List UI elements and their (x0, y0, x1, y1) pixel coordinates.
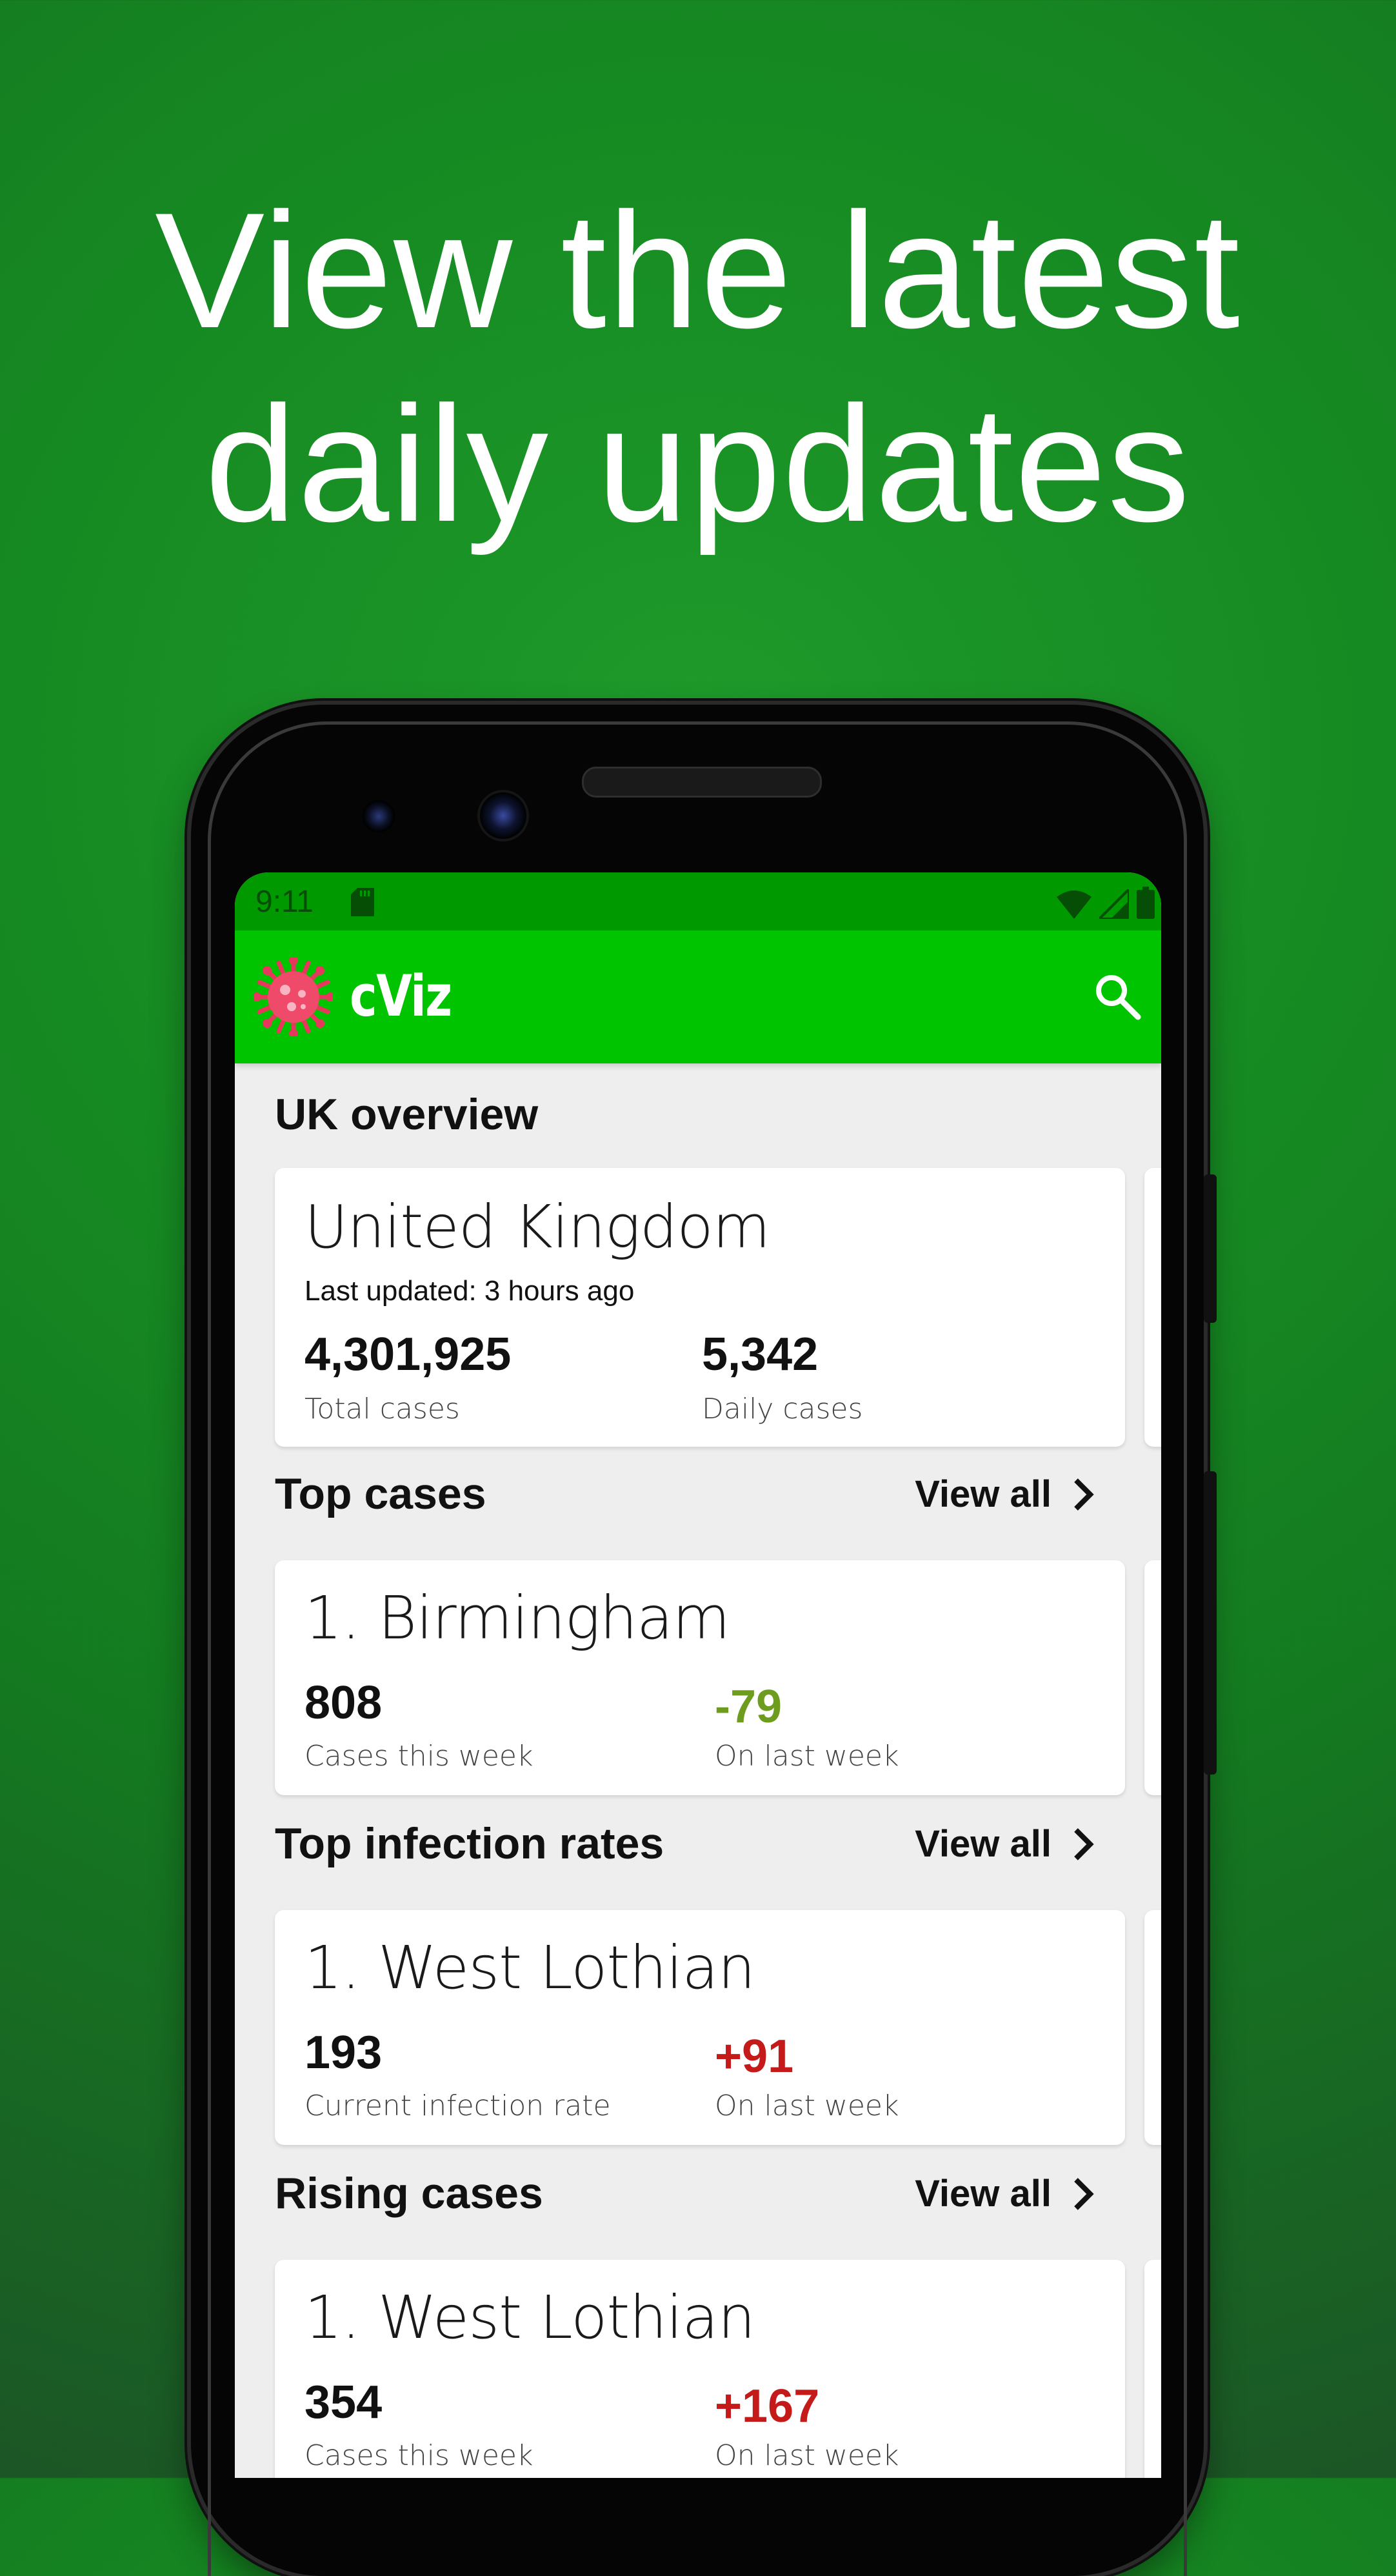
uk-overview-card[interactable]: United Kingdom Last updated: 3 hours ago… (275, 1168, 1125, 1447)
infection-rate-value: 193 (304, 2027, 383, 2078)
daily-cases-value: 5,342 (702, 1329, 819, 1380)
rising-cases-view-all-button[interactable]: View all (915, 2172, 1097, 2215)
country-name: United Kingdom (304, 1192, 770, 1262)
next-card-peek[interactable] (1144, 1168, 1161, 1447)
status-bar: 9:11 (235, 872, 1161, 931)
signal-icon (1099, 889, 1129, 919)
chevron-right-icon (1074, 1478, 1094, 1511)
top-cases-view-all-button[interactable]: View all (915, 1473, 1097, 1516)
front-camera (480, 792, 526, 839)
total-cases-label: Total cases (304, 1393, 460, 1425)
rising-cases-heading: Rising cases (275, 2169, 543, 2218)
rank: 1. (304, 2283, 361, 2352)
uk-overview-heading: UK overview (275, 1090, 539, 1139)
promo-headline: View the latest daily updates (0, 174, 1396, 561)
volume-button (1204, 1471, 1217, 1775)
headline-line-2: daily updates (204, 372, 1192, 556)
place-name: West Lothian (378, 2283, 755, 2352)
week-change-label: On last week (715, 2089, 899, 2122)
headline-line-1: View the latest (155, 179, 1241, 363)
chevron-right-icon (1074, 1827, 1094, 1860)
cases-this-week-value: 354 (304, 2377, 383, 2428)
top-infection-rates-card[interactable]: 1. West Lothian 193 Current infection ra… (275, 1910, 1125, 2145)
earpiece-speaker (582, 767, 822, 798)
week-change-label: On last week (715, 1740, 899, 1773)
week-change-label: On last week (715, 2439, 899, 2472)
week-change-value: +91 (715, 2031, 794, 2082)
next-card-peek[interactable] (1144, 2260, 1161, 2478)
status-time: 9:11 (255, 885, 314, 919)
search-icon[interactable] (1090, 969, 1144, 1023)
week-change-value: +167 (715, 2380, 820, 2432)
rank: 1. (304, 1933, 361, 2002)
view-all-label: View all (915, 2173, 1052, 2215)
last-updated: Last updated: 3 hours ago (304, 1275, 635, 1307)
total-cases-value: 4,301,925 (304, 1329, 512, 1380)
next-card-peek[interactable] (1144, 1560, 1161, 1795)
top-infection-rates-view-all-button[interactable]: View all (915, 1822, 1097, 1866)
view-all-label: View all (915, 1473, 1052, 1515)
rising-cases-card[interactable]: 1. West Lothian 354 Cases this week +167… (275, 2260, 1125, 2478)
status-icons (1057, 887, 1155, 919)
app-screen: 9:11 cViz UK overview United Kingdom Las… (235, 872, 1161, 2478)
chevron-right-icon (1074, 2177, 1094, 2210)
top-cases-place: 1. Birmingham (304, 1584, 730, 1653)
view-all-label: View all (915, 1823, 1052, 1865)
sd-card-icon (351, 888, 374, 916)
power-button (1204, 1174, 1217, 1323)
week-change-value: -79 (715, 1681, 783, 1733)
app-bar: cViz (235, 931, 1161, 1063)
top-cases-card[interactable]: 1. Birmingham 808 Cases this week -79 On… (275, 1560, 1125, 1795)
infection-rate-place: 1. West Lothian (304, 1933, 755, 2002)
place-name: West Lothian (378, 1933, 755, 2002)
cases-this-week-label: Cases this week (304, 2439, 533, 2472)
top-cases-heading: Top cases (275, 1469, 486, 1518)
daily-cases-label: Daily cases (702, 1393, 863, 1425)
next-card-peek[interactable] (1144, 1910, 1161, 2145)
place-name: Birmingham (378, 1584, 730, 1653)
battery-icon (1137, 887, 1155, 919)
cases-this-week-value: 808 (304, 1677, 383, 1729)
infection-rate-label: Current infection rate (304, 2089, 611, 2122)
rising-cases-place: 1. West Lothian (304, 2283, 755, 2352)
cases-this-week-label: Cases this week (304, 1740, 533, 1773)
rank: 1. (304, 1584, 361, 1653)
top-infection-rates-heading: Top infection rates (275, 1819, 664, 1868)
wifi-icon (1057, 891, 1092, 919)
virus-icon (254, 958, 333, 1036)
app-title: cViz (350, 963, 452, 1029)
front-sensor (363, 800, 395, 832)
